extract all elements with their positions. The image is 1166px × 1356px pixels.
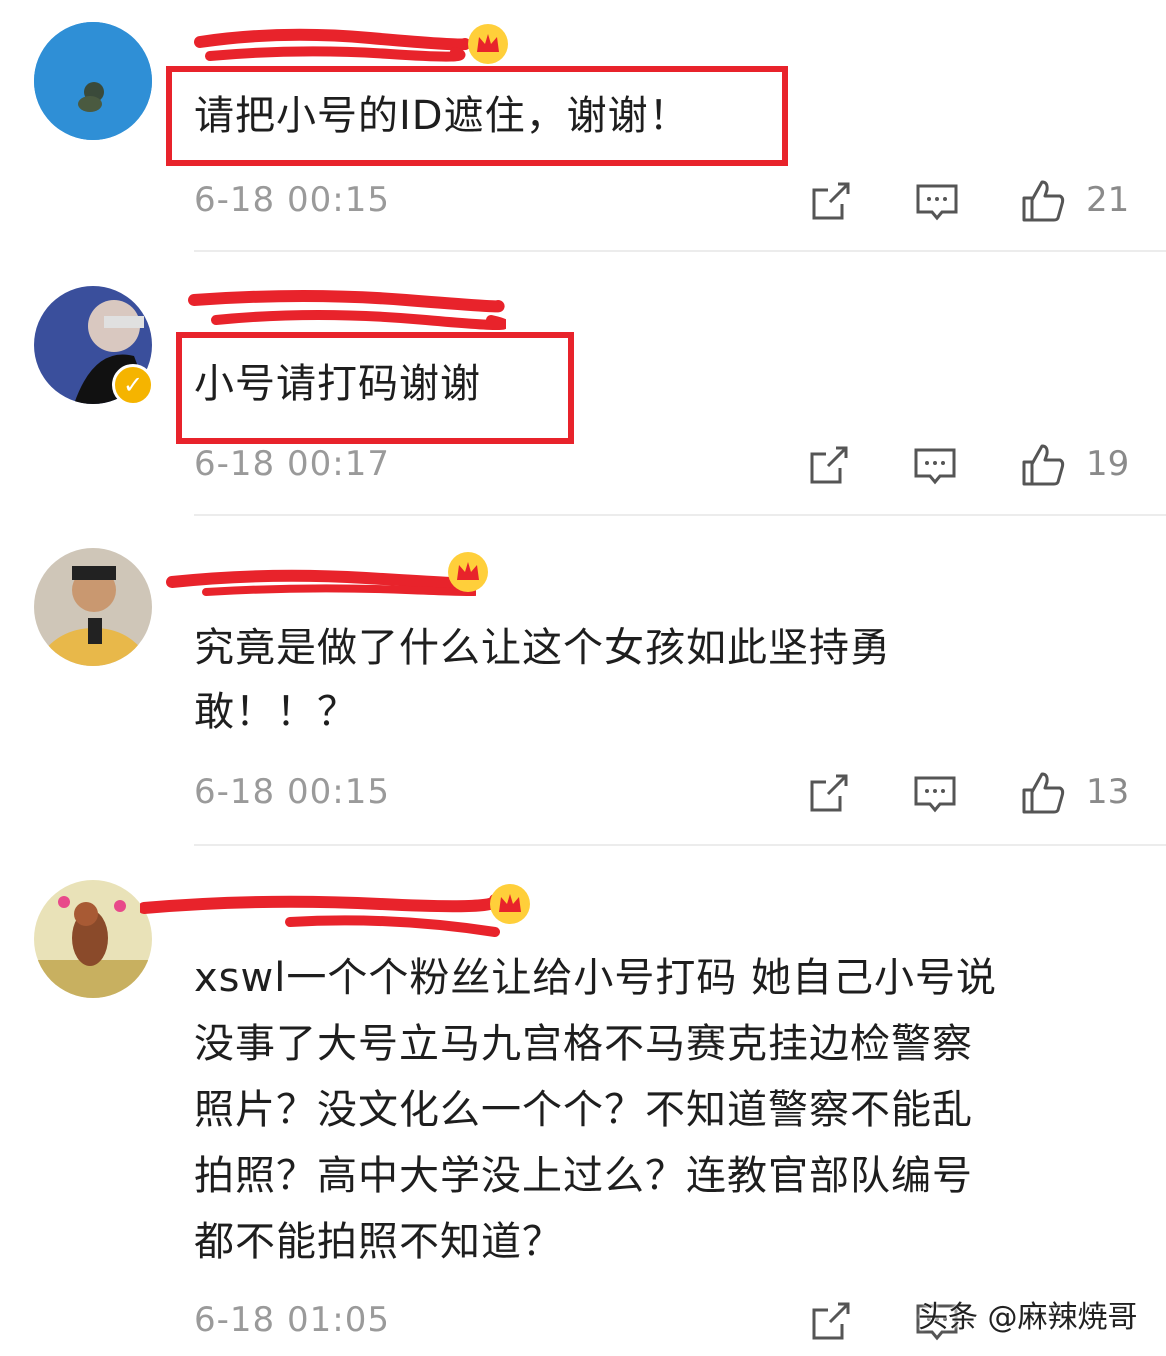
comment-text-line: xswl一个个粉丝让给小号打码 她自己小号说: [194, 955, 998, 1001]
comment-text-line: 究竟是做了什么让这个女孩如此坚持勇: [194, 625, 891, 671]
like-count: 21: [1086, 180, 1130, 220]
comment-text-line: 拍照？高中大学没上过么？连教官部队编号: [194, 1153, 973, 1199]
comment-item: 究竟是做了什么让这个女孩如此坚持勇 敢！！？ 6-18 00:15 13: [0, 516, 1166, 846]
watermark-text: 头条 @麻辣焼哥: [918, 1300, 1138, 1335]
verified-icon: ✓: [112, 364, 154, 406]
username-redacted: [166, 556, 476, 606]
comment-icon[interactable]: [914, 178, 960, 224]
comment-icon[interactable]: [912, 770, 958, 816]
comment-meta: 6-18 00:15 21: [0, 170, 1166, 230]
like-count: 13: [1086, 772, 1130, 812]
comment-text-line: 都不能拍照不知道？: [194, 1219, 563, 1265]
comment-time: 6-18 00:15: [194, 180, 390, 220]
share-icon[interactable]: [808, 178, 854, 224]
watermark: 头条 @麻辣焼哥: [918, 1292, 1138, 1336]
comment-item: xswl一个个粉丝让给小号打码 她自己小号说 没事了大号立马九宫格不马赛克挂边检…: [0, 846, 1166, 1356]
share-icon[interactable]: [806, 770, 852, 816]
comment-item: 请把小号的ID遮住，谢谢！ 6-18 00:15 21: [0, 0, 1166, 252]
username-redacted: [190, 22, 470, 72]
comment-text: 小号请打码谢谢: [194, 361, 481, 407]
username-redacted: [140, 886, 500, 937]
comment-item: ✓ 小号请打码谢谢 6-18 00:17 19: [0, 252, 1166, 516]
comment-text-line: 没事了大号立马九宫格不马赛克挂边检警察: [194, 1021, 973, 1067]
comment-text-line: 照片？没文化么一个个？不知道警察不能乱: [194, 1087, 973, 1133]
comment-text-line: 敢！！？: [194, 689, 358, 735]
comment-time: 6-18 00:15: [194, 772, 390, 812]
avatar[interactable]: [34, 22, 152, 140]
avatar[interactable]: [34, 880, 152, 998]
like-icon[interactable]: [1020, 178, 1066, 224]
like-count: 19: [1086, 444, 1130, 484]
like-icon[interactable]: [1020, 770, 1066, 816]
comment-meta: 6-18 00:15 13: [0, 762, 1166, 822]
crown-icon: [466, 22, 510, 66]
comment-time: 6-18 00:17: [194, 444, 390, 484]
username-redacted: [186, 286, 506, 336]
like-icon[interactable]: [1020, 442, 1066, 488]
share-icon[interactable]: [806, 442, 852, 488]
share-icon[interactable]: [808, 1298, 854, 1344]
comment-meta: 6-18 00:17 19: [0, 434, 1166, 494]
crown-icon: [488, 882, 532, 926]
comment-time: 6-18 01:05: [194, 1300, 390, 1340]
crown-icon: [446, 550, 490, 594]
avatar[interactable]: [34, 548, 152, 666]
comment-text: 请把小号的ID遮住，谢谢！: [194, 93, 690, 139]
comment-icon[interactable]: [912, 442, 958, 488]
